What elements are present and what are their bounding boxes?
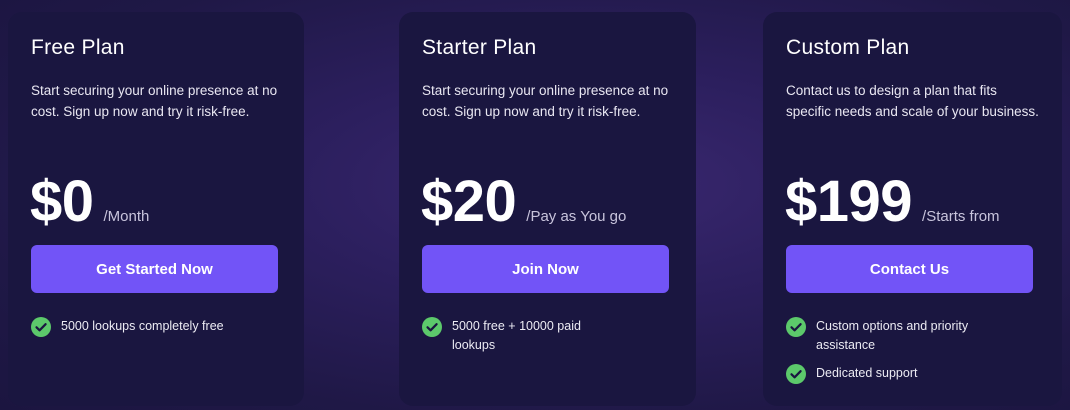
price-row: $20 /Pay as You go [421,168,626,235]
price-row: $0 /Month [30,168,149,235]
join-now-button[interactable]: Join Now [422,245,669,293]
feature-list: 5000 free + 10000 paid lookups [422,317,676,364]
price-period: /Month [103,208,150,225]
feature-list: 5000 lookups completely free [31,317,284,346]
plan-title: Custom Plan [786,36,910,59]
price-period: /Starts from [922,208,1000,225]
plan-title: Free Plan [31,36,125,59]
feature-item: Custom options and priority assistance [786,317,1042,355]
feature-item: 5000 lookups completely free [31,317,284,337]
feature-text: Custom options and priority assistance [816,319,969,352]
feature-text: Dedicated support [816,366,918,380]
feature-list: Custom options and priority assistance D… [786,317,1042,393]
check-circle-icon [422,317,442,337]
plan-title: Starter Plan [422,36,537,59]
plan-card-custom: Custom Plan Contact us to design a plan … [763,12,1062,406]
price-period: /Pay as You go [526,208,627,225]
get-started-now-button[interactable]: Get Started Now [31,245,278,293]
check-circle-icon [786,364,806,384]
feature-item: 5000 free + 10000 paid lookups [422,317,676,355]
plan-card-free: Free Plan Start securing your online pre… [8,12,304,406]
check-circle-icon [31,317,51,337]
price-amount: $199 [785,169,913,234]
check-circle-icon [786,317,806,337]
feature-text: 5000 free + 10000 paid lookups [452,319,581,352]
feature-text: 5000 lookups completely free [61,319,224,333]
price-amount: $20 [421,169,517,234]
price-row: $199 /Starts from [785,168,1000,235]
price-amount: $0 [30,169,94,234]
plan-description: Contact us to design a plan that fits sp… [786,83,1039,119]
feature-item: Dedicated support [786,364,1042,384]
plan-description: Start securing your online presence at n… [31,83,278,119]
plan-card-starter: Starter Plan Start securing your online … [399,12,696,406]
plan-description: Start securing your online presence at n… [422,83,669,119]
contact-us-button[interactable]: Contact Us [786,245,1033,293]
